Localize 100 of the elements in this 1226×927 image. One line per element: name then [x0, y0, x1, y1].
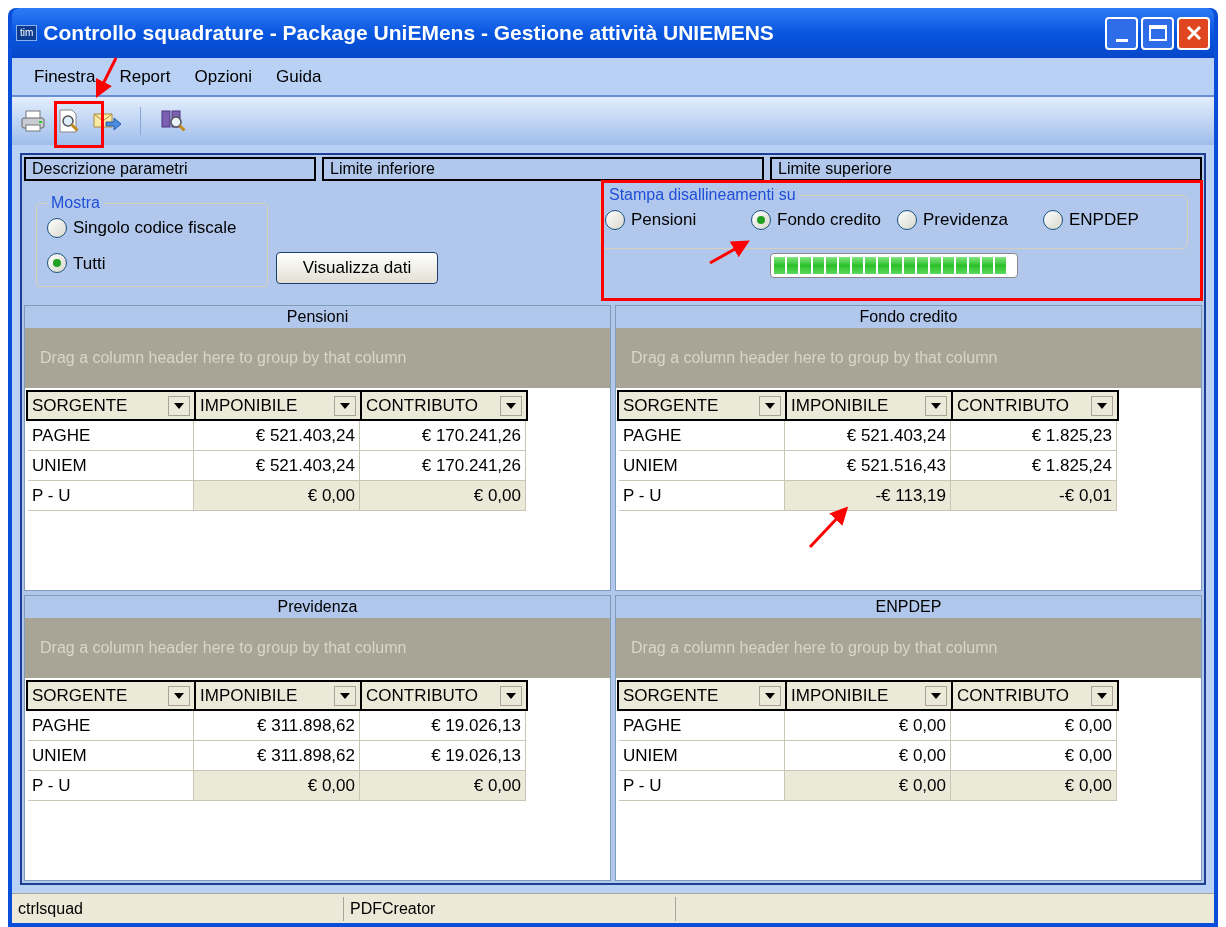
radio-label: Previdenza — [923, 209, 1009, 231]
column-header[interactable]: CONTRIBUTO — [360, 682, 526, 709]
table-cell: P - U — [619, 481, 785, 511]
grid-title: ENPDEP — [616, 596, 1201, 618]
column-header[interactable]: IMPONIBILE — [194, 392, 360, 419]
table-cell: P - U — [619, 771, 785, 801]
grid-title: Pensioni — [25, 306, 610, 328]
annotation-arrow — [808, 506, 849, 549]
filter-dropdown-icon[interactable] — [1091, 395, 1113, 416]
table-cell: -€ 0,01 — [951, 481, 1117, 511]
radio-label: ENPDEP — [1069, 209, 1139, 231]
table-cell: PAGHE — [619, 421, 785, 451]
table-cell: UNIEM — [28, 741, 194, 771]
group-title: Mostra — [50, 193, 101, 213]
table-cell: € 521.403,24 — [194, 421, 360, 451]
table-cell: PAGHE — [619, 711, 785, 741]
filter-dropdown-icon[interactable] — [759, 395, 781, 416]
table-cell: € 0,00 — [194, 481, 360, 511]
table-cell: € 0,00 — [360, 771, 526, 801]
highlight-box — [54, 101, 104, 148]
table-cell: -€ 113,19 — [785, 481, 951, 511]
parameter-column-header: Descrizione parametri — [24, 157, 316, 181]
annotation-arrow — [96, 57, 118, 99]
table-cell: € 0,00 — [785, 711, 951, 741]
radio-button[interactable] — [47, 217, 67, 238]
table-cell: € 0,00 — [951, 711, 1117, 741]
table-cell: € 0,00 — [360, 481, 526, 511]
table-cell: € 0,00 — [951, 771, 1117, 801]
column-header[interactable]: SORGENTE — [619, 682, 785, 709]
table-cell: UNIEM — [619, 741, 785, 771]
radio-button[interactable] — [47, 253, 67, 274]
filter-dropdown-icon[interactable] — [500, 395, 522, 416]
table-cell: € 521.516,43 — [785, 451, 951, 481]
menu-item[interactable]: Guida — [264, 63, 334, 90]
filter-dropdown-icon[interactable] — [168, 395, 190, 416]
app-logo: tim — [16, 25, 38, 41]
radio-label: Tutti — [73, 252, 106, 275]
parameter-column-header: Limite inferiore — [322, 157, 764, 181]
table-cell: € 521.403,24 — [194, 451, 360, 481]
column-header[interactable]: SORGENTE — [619, 392, 785, 419]
grid-title: Previdenza — [25, 596, 610, 618]
table-cell: € 1.825,24 — [951, 451, 1117, 481]
menu-item[interactable]: Finestra — [22, 63, 108, 90]
table-cell: € 311.898,62 — [194, 741, 360, 771]
table-cell: € 170.241,26 — [360, 421, 526, 451]
grid-title: Fondo credito — [616, 306, 1201, 328]
column-header[interactable]: CONTRIBUTO — [951, 392, 1117, 419]
radio-button[interactable] — [605, 209, 625, 230]
maximize-button[interactable] — [1141, 16, 1174, 50]
show-data-button[interactable]: Visualizza dati — [276, 252, 438, 284]
filter-dropdown-icon[interactable] — [500, 685, 522, 706]
table-cell: € 19.026,13 — [360, 741, 526, 771]
filter-dropdown-icon[interactable] — [925, 685, 947, 706]
table-cell: € 170.241,26 — [360, 451, 526, 481]
radio-label: Pensioni — [631, 209, 697, 231]
table-cell: P - U — [28, 481, 194, 511]
filter-dropdown-icon[interactable] — [1091, 685, 1113, 706]
filter-dropdown-icon[interactable] — [334, 395, 356, 416]
radio-button[interactable] — [897, 209, 917, 230]
column-header[interactable]: SORGENTE — [28, 682, 194, 709]
group-title: Stampa disallineamenti su — [608, 185, 797, 205]
menu-item[interactable]: Report — [107, 63, 183, 90]
radio-button[interactable] — [751, 209, 771, 230]
table-cell: € 311.898,62 — [194, 711, 360, 741]
printer-icon[interactable] — [20, 109, 46, 133]
filter-dropdown-icon[interactable] — [334, 685, 356, 706]
menu-item[interactable]: Opzioni — [182, 63, 265, 90]
table-cell: PAGHE — [28, 421, 194, 451]
table-cell: € 0,00 — [785, 771, 951, 801]
table-cell: € 1.825,23 — [951, 421, 1117, 451]
status-panel: ctrlsquad — [12, 896, 344, 921]
table-cell: € 0,00 — [951, 741, 1117, 771]
radio-label: Singolo codice fiscale — [73, 217, 237, 239]
column-header[interactable]: IMPONIBILE — [785, 392, 951, 419]
close-button[interactable] — [1177, 16, 1210, 50]
minimize-button[interactable] — [1105, 16, 1138, 50]
column-header[interactable]: CONTRIBUTO — [951, 682, 1117, 709]
column-header[interactable]: IMPONIBILE — [785, 682, 951, 709]
annotation-arrow — [709, 240, 750, 265]
table-cell: P - U — [28, 771, 194, 801]
binoculars-icon[interactable] — [159, 108, 187, 134]
column-header[interactable]: SORGENTE — [28, 392, 194, 419]
table-cell: UNIEM — [619, 451, 785, 481]
window-title: Controllo squadrature - Package UniEMens - Gestione attività UNIEMENS — [43, 20, 775, 47]
table-cell: € 0,00 — [194, 771, 360, 801]
close-icon[interactable] — [1184, 24, 1203, 42]
table-cell: UNIEM — [28, 451, 194, 481]
status-panel: PDFCreator — [344, 896, 676, 921]
table-cell: PAGHE — [28, 711, 194, 741]
radio-label: Fondo credito — [777, 209, 881, 231]
table-cell: € 0,00 — [785, 741, 951, 771]
table-cell: € 521.403,24 — [785, 421, 951, 451]
filter-dropdown-icon[interactable] — [759, 685, 781, 706]
column-header[interactable]: CONTRIBUTO — [360, 392, 526, 419]
filter-dropdown-icon[interactable] — [168, 685, 190, 706]
column-header[interactable]: IMPONIBILE — [194, 682, 360, 709]
table-cell: € 19.026,13 — [360, 711, 526, 741]
parameter-column-header: Limite superiore — [770, 157, 1202, 181]
filter-dropdown-icon[interactable] — [925, 395, 947, 416]
radio-button[interactable] — [1043, 209, 1063, 230]
